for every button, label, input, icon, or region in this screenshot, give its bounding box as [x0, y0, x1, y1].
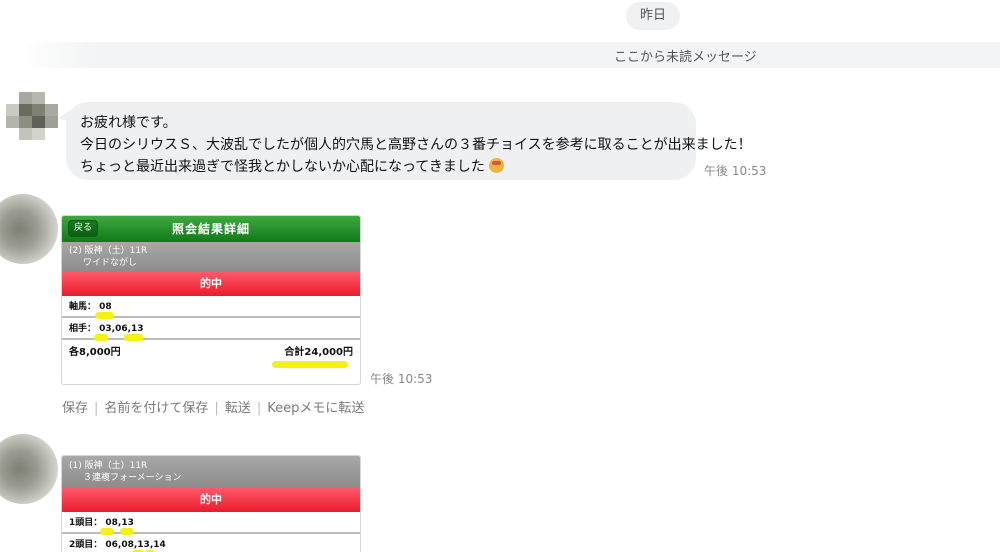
grinning-face-icon — [489, 158, 505, 173]
save-link[interactable]: 保存 — [62, 401, 88, 416]
bet-result-image[interactable]: 戻る 照会結果詳細 (2) 阪神（土）11R ワイドながし 的中 軸馬： 08 … — [61, 215, 361, 385]
card-header: 戻る 照会結果詳細 — [62, 216, 360, 242]
message-line: 今日のシリウスＳ、大波乱でしたが個人的穴馬と高野さんの３番チョイスを参考に取るこ… — [80, 137, 752, 153]
message-line: お疲れ様です。 — [80, 115, 177, 131]
image-timestamp: 午後 10:53 — [370, 372, 433, 386]
axis-horse-row: 軸馬： 08 — [62, 296, 360, 319]
save-as-link[interactable]: 名前を付けて保存 — [104, 401, 208, 416]
amount-row: 各8,000円 合計24,000円 — [62, 340, 360, 368]
unread-divider-label: ここから未読メッセージ — [614, 50, 757, 65]
unread-divider: ここから未読メッセージ — [18, 42, 1000, 68]
sender-avatar-blurred[interactable] — [0, 434, 58, 504]
bet-result-image[interactable]: (1) 阪神（土）11R ３連複フォーメーション 的中 1頭目： 08,13 2… — [61, 455, 361, 552]
forward-link[interactable]: 転送 — [225, 401, 251, 416]
message-timestamp: 午後 10:53 — [704, 164, 767, 178]
card-title: 照会結果詳細 — [171, 222, 250, 236]
hit-banner: 的中 — [62, 272, 360, 296]
message-bubble[interactable]: お疲れ様です。 今日のシリウスＳ、大波乱でしたが個人的穴馬と高野さんの３番チョイ… — [58, 102, 752, 180]
race-info: (2) 阪神（土）11R ワイドながし — [62, 242, 360, 272]
keep-memo-link[interactable]: Keepメモに転送 — [267, 401, 364, 416]
highlight-mark — [272, 361, 348, 368]
first-horse-row: 1頭目： 08,13 — [62, 512, 360, 535]
race-info: (1) 阪神（土）11R ３連複フォーメーション — [62, 456, 360, 488]
sender-avatar[interactable] — [6, 92, 58, 140]
partner-horse-row: 相手： 03,06,13 — [62, 318, 360, 341]
message-line: ちょっと最近出来過ぎで怪我とかしないか心配になってきました — [80, 156, 682, 178]
date-divider: 昨日 — [626, 2, 680, 30]
sender-avatar-blurred[interactable] — [0, 194, 58, 264]
second-horse-row: 2頭目： 06,08,13,14 — [62, 534, 360, 552]
hit-banner: 的中 — [62, 488, 360, 512]
image-actions: 保存 | 名前を付けて保存 | 転送 | Keepメモに転送 — [62, 401, 365, 416]
